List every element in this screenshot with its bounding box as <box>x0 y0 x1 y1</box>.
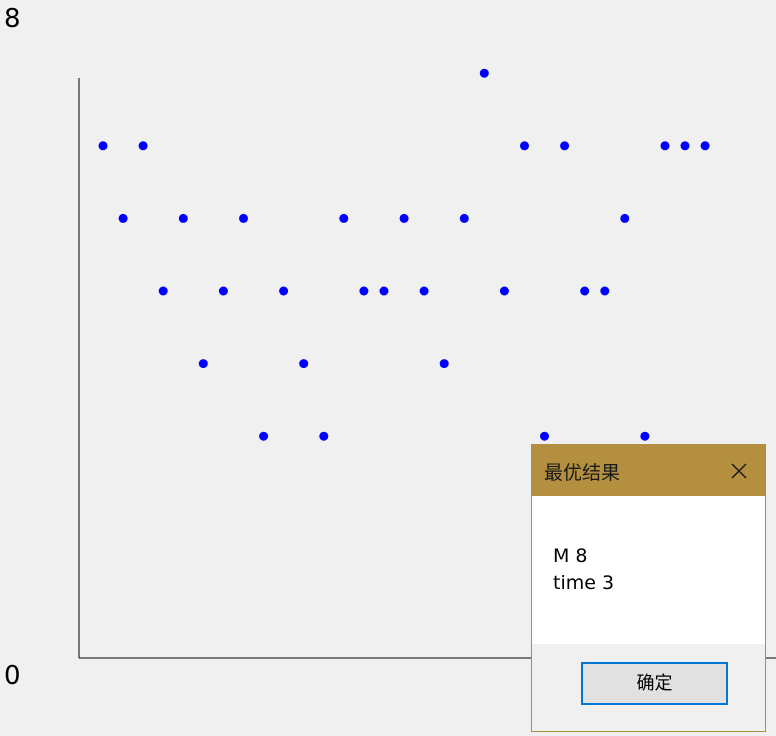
data-point <box>419 286 429 296</box>
data-point <box>339 213 349 223</box>
data-point <box>560 141 570 151</box>
ok-button[interactable]: 确定 <box>581 662 728 705</box>
dialog-title: 最优结果 <box>544 462 621 484</box>
data-point <box>640 431 650 441</box>
data-point <box>138 141 148 151</box>
result-m-value: M 8 <box>553 545 588 567</box>
data-point <box>198 359 208 369</box>
data-point <box>660 141 670 151</box>
data-point <box>239 213 248 223</box>
data-point <box>620 213 630 223</box>
dialog-footer: 确定 <box>532 644 765 731</box>
data-point <box>359 286 369 296</box>
close-icon <box>731 463 747 479</box>
close-button[interactable] <box>719 451 759 491</box>
data-point <box>379 286 389 296</box>
data-point <box>299 359 309 369</box>
data-point <box>700 141 710 151</box>
data-point <box>499 286 509 296</box>
data-point <box>600 286 610 296</box>
result-time-value: time 3 <box>553 572 615 594</box>
data-points <box>98 68 710 441</box>
data-point <box>479 68 489 78</box>
data-point <box>259 431 269 441</box>
dialog-message-area: M 8 time 3 <box>532 496 765 644</box>
data-point <box>319 431 329 441</box>
data-point <box>218 286 228 296</box>
result-dialog: 最优结果 M 8 time 3 确定 <box>531 444 766 732</box>
data-point <box>439 359 449 369</box>
data-point <box>158 286 168 296</box>
data-point <box>118 213 128 223</box>
dialog-title-bar[interactable]: 最优结果 <box>532 445 765 496</box>
data-point <box>98 141 108 151</box>
data-point <box>580 286 590 296</box>
data-point <box>540 431 549 441</box>
data-point <box>680 141 690 151</box>
data-point <box>279 286 289 296</box>
data-point <box>178 213 188 223</box>
data-point <box>459 213 469 223</box>
data-point <box>520 141 529 151</box>
data-point <box>399 213 409 223</box>
